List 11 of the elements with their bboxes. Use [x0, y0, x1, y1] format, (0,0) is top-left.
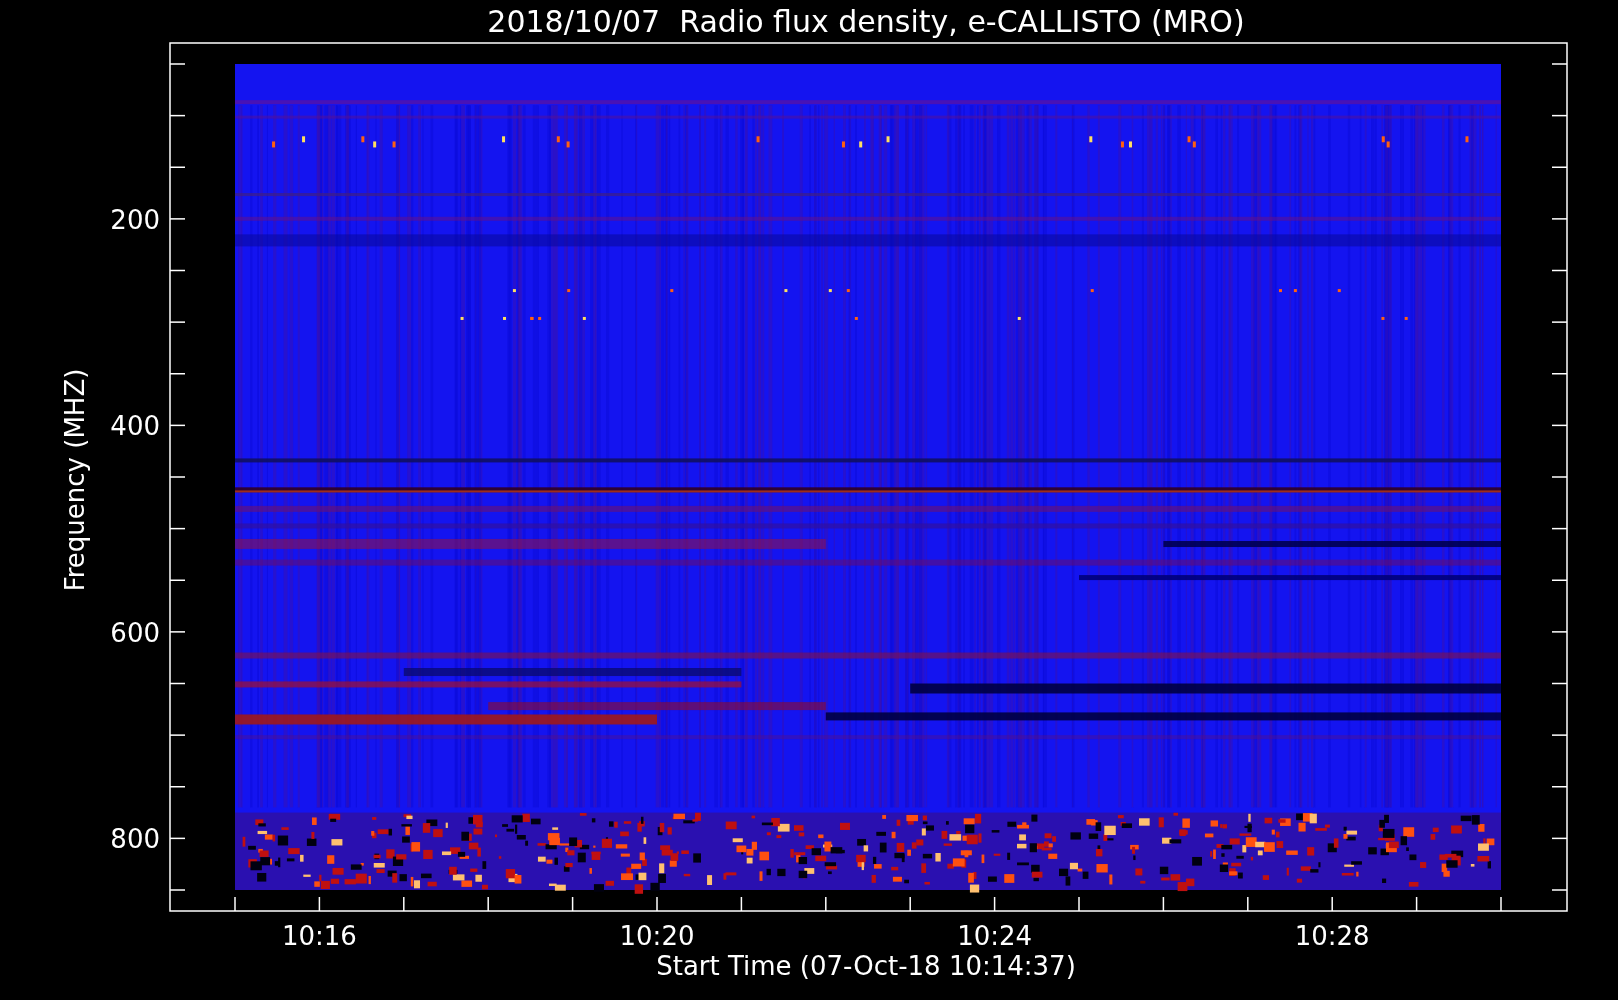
tick-label: 10:24	[957, 921, 1033, 951]
chart-title: 2018/10/07 Radio flux density, e-CALLISTO (MRO)	[487, 4, 1245, 39]
tick-label: 10:20	[619, 921, 695, 951]
tick-label: 800	[110, 824, 160, 855]
tick-label: 10:16	[281, 921, 357, 951]
tick-label: 10:28	[1294, 921, 1370, 951]
tick-label: 400	[110, 411, 160, 442]
tick-label: 200	[110, 204, 160, 235]
axis-label: Start Time (07-Oct-18 10:14:37)	[656, 951, 1076, 981]
axis-label: Frequency (MHZ)	[60, 368, 90, 592]
tick-label: 600	[110, 617, 160, 648]
